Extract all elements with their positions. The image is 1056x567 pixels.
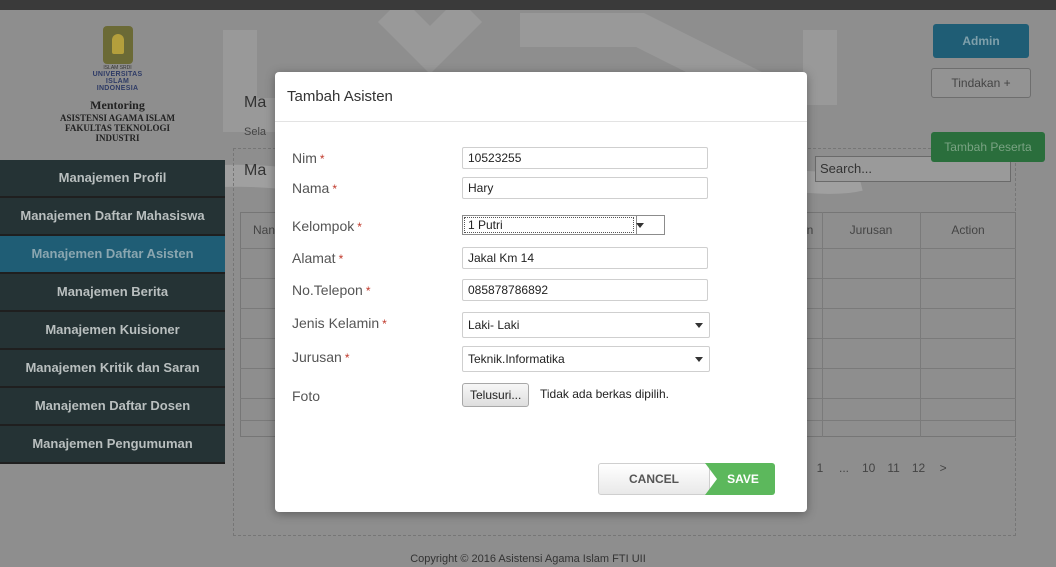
nama-field[interactable]: Hary (462, 177, 708, 199)
sidebar-item-kritik-saran[interactable]: Manajemen Kritik dan Saran (0, 350, 225, 388)
pagination: 1 ... 10 11 12 > (808, 456, 955, 480)
browse-file-button[interactable]: Telusuri... (462, 383, 530, 407)
telepon-field[interactable]: 085878786892 (462, 279, 708, 301)
kelompok-value: 1 Putri (464, 217, 634, 233)
page-title: Ma (244, 94, 267, 111)
sidebar-item-berita[interactable]: Manajemen Berita (0, 274, 225, 312)
required-asterisk: * (365, 284, 371, 298)
university-logo-block: ISLAM SRDI UNIVERSITAS ISLAM INDONESIA M… (10, 16, 225, 160)
required-asterisk: * (319, 152, 325, 166)
jurusan-label: Jurusan * (292, 349, 350, 365)
logo-university-line2: ISLAM (105, 78, 130, 85)
jenis-kelamin-select[interactable]: Laki- Laki (462, 312, 710, 338)
nim-label: Nim * (292, 150, 325, 166)
jurusan-select[interactable]: Teknik.Informatika (462, 346, 710, 372)
required-asterisk: * (357, 220, 362, 234)
jenis-kelamin-value: Laki- Laki (468, 318, 520, 332)
chevron-down-icon (695, 357, 703, 362)
top-bar (0, 0, 1056, 10)
tindakan-button[interactable]: Tindakan + (931, 68, 1031, 98)
sidebar-item-daftar-dosen[interactable]: Manajemen Daftar Dosen (0, 388, 225, 426)
required-asterisk: * (382, 317, 387, 331)
page-subtitle: Sela (244, 126, 267, 138)
alamat-field[interactable]: Jakal Km 14 (462, 247, 708, 269)
kelompok-label: Kelompok * (292, 218, 362, 234)
nim-field[interactable]: 10523255 (462, 147, 708, 169)
page-next-button[interactable]: > (931, 456, 955, 480)
tambah-peserta-button[interactable]: Tambah Peserta (931, 132, 1045, 162)
page-link-10[interactable]: 10 (856, 456, 881, 480)
app-subtitle-line1: ASISTENSI AGAMA ISLAM (59, 113, 176, 123)
sidebar-nav: Manajemen Profil Manajemen Daftar Mahasi… (0, 160, 225, 464)
app-subtitle-line2: FAKULTAS TEKNOLOGI (65, 123, 170, 133)
table-column-divider (920, 212, 921, 437)
required-asterisk: * (338, 252, 344, 266)
alamat-label: Alamat * (292, 250, 344, 266)
page-ellipsis: ... (838, 461, 849, 475)
page-link-1[interactable]: 1 (808, 456, 832, 480)
sidebar-item-pengumuman[interactable]: Manajemen Pengumuman (0, 426, 225, 464)
sidebar-item-kuisioner[interactable]: Manajemen Kuisioner (0, 312, 225, 350)
modal-title: Tambah Asisten (275, 72, 807, 122)
jurusan-value: Teknik.Informatika (468, 352, 565, 366)
column-header-jurusan: Jurusan (849, 223, 893, 237)
nama-label: Nama * (292, 180, 338, 196)
foto-label: Foto (292, 388, 321, 404)
jenis-kelamin-label: Jenis Kelamin * (292, 315, 387, 331)
university-emblem-icon (102, 26, 133, 64)
required-asterisk: * (344, 351, 350, 365)
chevron-down-icon (636, 223, 644, 228)
column-header-action: Action (951, 223, 985, 237)
sidebar-item-daftar-asisten[interactable]: Manajemen Daftar Asisten (0, 236, 225, 274)
app-subtitle-line3: INDUSTRI (95, 133, 140, 143)
tambah-asisten-modal: Tambah Asisten Nim * 10523255 Nama * Hary … (275, 72, 807, 512)
footer-copyright: Copyright © 2016 Asistensi Agama Islam F… (410, 553, 646, 565)
save-button[interactable]: SAVE (705, 463, 775, 495)
sidebar-item-profil[interactable]: Manajemen Profil (0, 160, 225, 198)
cancel-button[interactable]: CANCEL (598, 463, 710, 495)
page-link-12[interactable]: 12 (906, 456, 931, 480)
telepon-label: No.Telepon * (292, 282, 371, 298)
logo-university-line1: UNIVERSITAS (92, 71, 143, 78)
admin-button[interactable]: Admin (933, 24, 1029, 58)
table-column-divider (822, 212, 823, 437)
required-asterisk: * (332, 182, 338, 196)
logo-university-line3: INDONESIA (96, 85, 139, 92)
sidebar-item-daftar-mahasiswa[interactable]: Manajemen Daftar Mahasiswa (0, 198, 225, 236)
app-name: Mentoring (90, 98, 145, 112)
panel-title: Ma (244, 162, 267, 179)
file-status-text: Tidak ada berkas dipilih. (540, 387, 669, 401)
page-link-11[interactable]: 11 (881, 456, 905, 480)
kelompok-select[interactable]: 1 Putri (462, 215, 665, 235)
chevron-down-icon (695, 323, 703, 328)
